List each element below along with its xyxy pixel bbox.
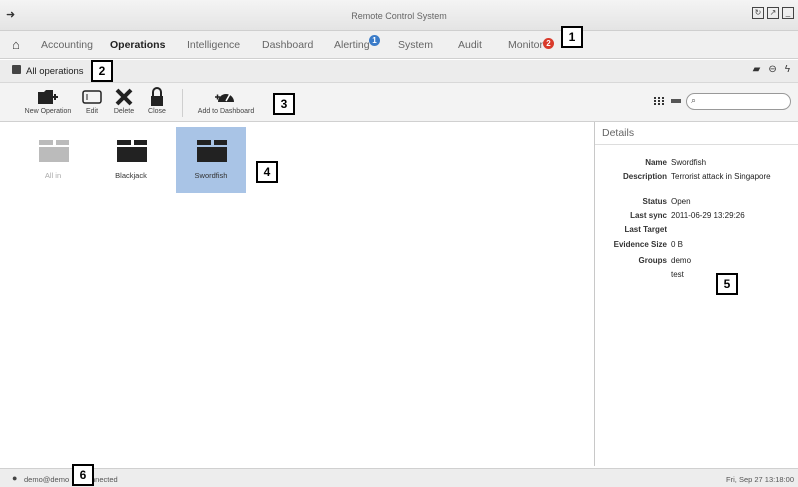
- status-user: demo@demo: [24, 475, 70, 484]
- status-datetime: Fri, Sep 27 13:18:00: [726, 475, 794, 484]
- operation-item-all-in[interactable]: All in: [18, 127, 88, 193]
- nav-system[interactable]: System: [398, 39, 433, 51]
- details-header: Details: [595, 122, 798, 145]
- list-view-icon[interactable]: [671, 96, 681, 108]
- details-label: Last Target: [624, 225, 667, 234]
- new-operation-button[interactable]: New Operation: [22, 86, 74, 115]
- details-value: Swordfish: [671, 158, 707, 167]
- toolbar: New Operation Edit Delete Close Add to D…: [0, 83, 798, 122]
- details-value: test: [671, 270, 684, 279]
- nav-intelligence[interactable]: Intelligence: [187, 39, 240, 51]
- operation-label: Blackjack: [115, 171, 147, 180]
- status-bar: ● demo@demo nnected Fri, Sep 27 13:18:00: [0, 468, 798, 487]
- grid-view-icon[interactable]: [654, 96, 664, 108]
- details-label: Description: [622, 172, 667, 181]
- details-label: Evidence Size: [613, 240, 667, 249]
- operation-label: Swordfish: [194, 171, 228, 180]
- edit-label: Edit: [85, 108, 99, 115]
- callout-4: 4: [256, 161, 278, 183]
- new-operation-label: New Operation: [24, 108, 72, 115]
- nav-dashboard[interactable]: Dashboard: [262, 39, 313, 51]
- section-icon: [12, 65, 21, 74]
- alerting-badge: 1: [369, 35, 380, 46]
- folder-icon: [31, 136, 75, 164]
- callout-5: 5: [716, 273, 738, 295]
- callout-2: 2: [91, 60, 113, 82]
- title-bar: ➜ Remote Control System ↻ ↗ _: [0, 0, 798, 31]
- edit-button[interactable]: Edit: [80, 86, 104, 115]
- callout-3: 3: [273, 93, 295, 115]
- view-switcher: [654, 96, 681, 108]
- status-connection: nnected: [91, 475, 118, 484]
- window-controls: ↻ ↗ _: [752, 7, 794, 19]
- nav-accounting[interactable]: Accounting: [41, 39, 93, 51]
- new-folder-icon: [22, 86, 74, 108]
- delete-label: Delete: [113, 108, 135, 115]
- delete-button[interactable]: Delete: [111, 86, 137, 115]
- add-to-dashboard-label: Add to Dashboard: [197, 108, 255, 115]
- nav-monitor[interactable]: Monitor: [508, 39, 543, 51]
- maximize-icon[interactable]: ↗: [767, 7, 779, 19]
- details-label: Last sync: [630, 211, 667, 220]
- sign-out-icon[interactable]: ⊖: [768, 64, 776, 75]
- delete-icon: [111, 86, 137, 108]
- details-value: 0 B: [671, 240, 684, 249]
- lock-icon: [144, 86, 170, 108]
- toolbar-separator: [182, 89, 183, 117]
- edit-icon: [80, 86, 104, 108]
- folder-icon[interactable]: ▰: [753, 64, 761, 75]
- details-label: Status: [642, 197, 667, 206]
- folder-icon: [189, 136, 233, 164]
- refresh-icon[interactable]: ↻: [752, 7, 764, 19]
- operations-grid: All in Blackjack Swordfish: [0, 122, 594, 466]
- window-title: Remote Control System: [351, 11, 447, 21]
- details-value: 2011-06-29 13:29:26: [671, 211, 745, 220]
- nav-alerting[interactable]: Alerting: [334, 39, 370, 51]
- section-title: All operations: [26, 66, 84, 77]
- operation-item-blackjack[interactable]: Blackjack: [96, 127, 166, 193]
- details-value: Terrorist attack in Singapore: [671, 172, 771, 181]
- section-tools: ▰ ⊖ ϟ: [753, 64, 790, 75]
- details-title: Details: [602, 127, 635, 139]
- nav-audit[interactable]: Audit: [458, 39, 482, 51]
- details-label: Groups: [638, 256, 667, 265]
- details-value: Open: [671, 197, 691, 206]
- main-nav: ⌂ Accounting Operations Intelligence Das…: [0, 31, 798, 59]
- section-bar: All operations ▰ ⊖ ϟ: [0, 60, 798, 83]
- close-label: Close: [148, 108, 166, 115]
- nav-operations[interactable]: Operations: [110, 39, 165, 51]
- monitor-badge: 2: [543, 38, 554, 49]
- details-label: Name: [645, 158, 667, 167]
- search-input[interactable]: ⌕: [686, 93, 791, 110]
- dashboard-icon: [194, 86, 258, 108]
- details-panel: Details Name Swordfish Description Terro…: [594, 122, 798, 466]
- bolt-icon[interactable]: ϟ: [785, 64, 790, 75]
- add-to-dashboard-button[interactable]: Add to Dashboard: [194, 86, 258, 115]
- close-button[interactable]: Close: [144, 86, 170, 115]
- search-icon: ⌕: [691, 95, 697, 105]
- home-icon[interactable]: ⌂: [12, 37, 20, 52]
- user-icon: ●: [12, 473, 18, 483]
- callout-1: 1: [561, 26, 583, 48]
- callout-6: 6: [72, 464, 94, 486]
- details-value: demo: [671, 256, 692, 265]
- minimize-icon[interactable]: _: [782, 7, 794, 19]
- folder-icon: [109, 136, 153, 164]
- operation-label: All in: [44, 171, 62, 180]
- operation-item-swordfish[interactable]: Swordfish: [176, 127, 246, 193]
